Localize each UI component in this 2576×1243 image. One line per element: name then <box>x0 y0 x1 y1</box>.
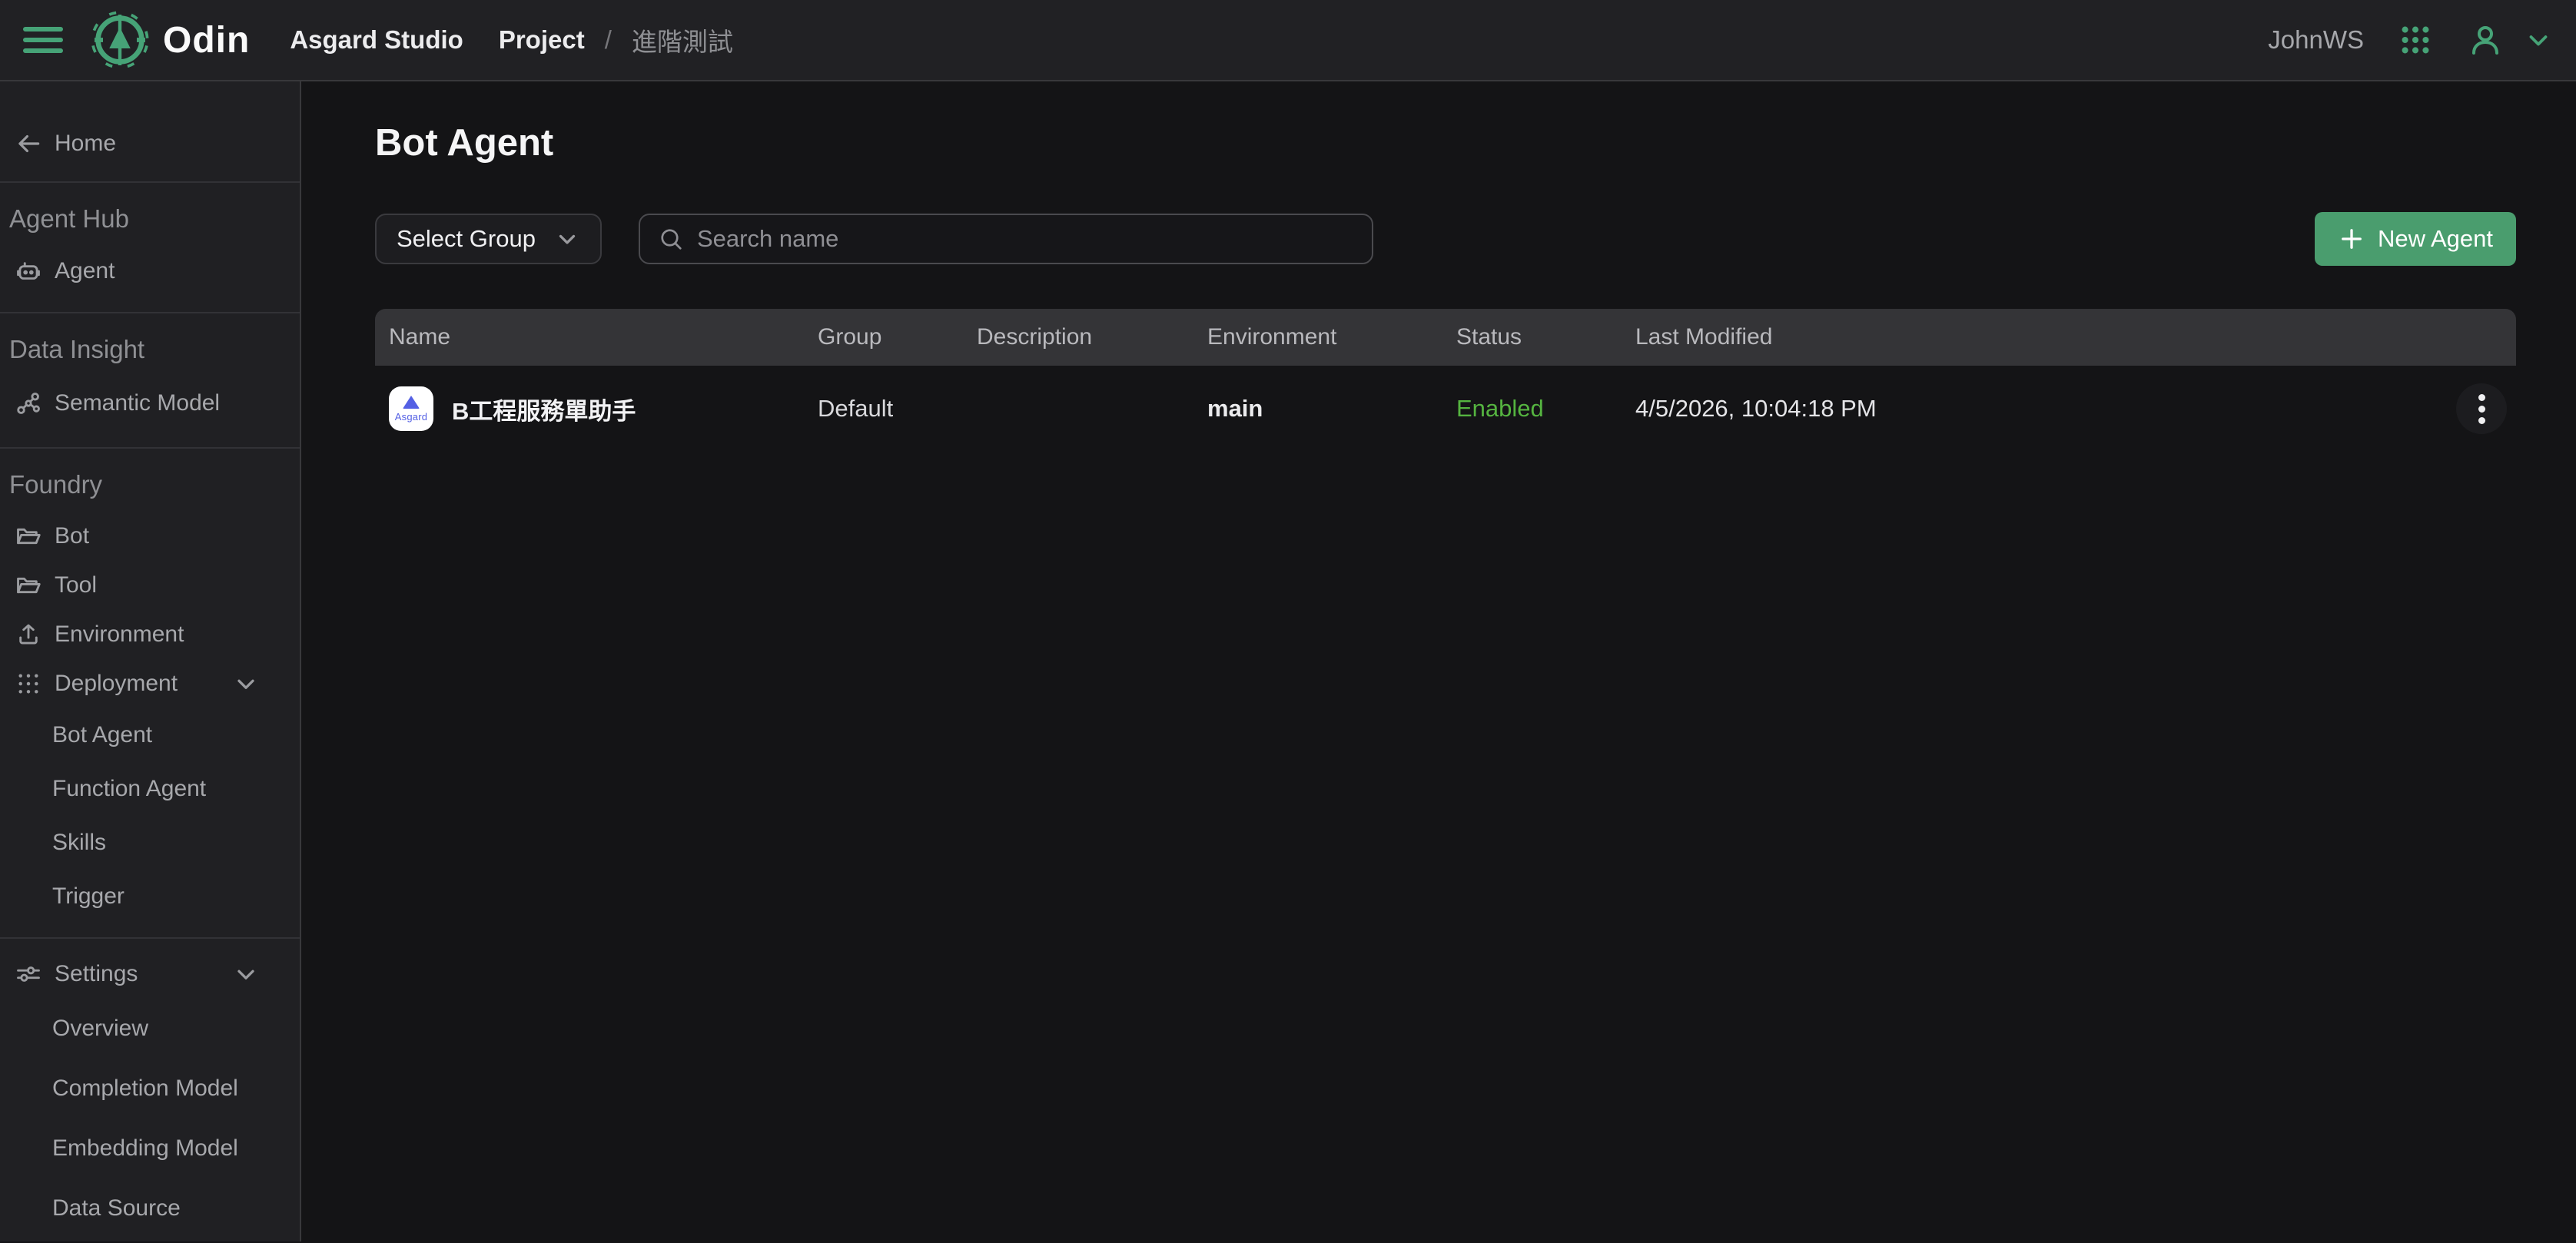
agent-name: B工程服務單助手 <box>452 392 636 426</box>
chevron-down-icon[interactable] <box>232 960 260 988</box>
sidebar-subitem-overview[interactable]: Overview <box>0 999 300 1059</box>
upload-icon <box>14 620 43 649</box>
username-label: JohnWS <box>2268 25 2364 55</box>
avatar-triangle-icon <box>403 396 420 409</box>
new-agent-button[interactable]: New Agent <box>2315 212 2516 266</box>
agent-avatar: Asgard <box>389 386 433 431</box>
group-select-dropdown[interactable]: Select Group <box>375 214 602 264</box>
sidebar-item-label: Bot <box>55 523 89 549</box>
agents-table: Name Group Description Environment Statu… <box>375 309 2516 452</box>
col-header-last-modified: Last Modified <box>1635 324 2447 350</box>
sidebar-item-label: Tool <box>55 572 97 598</box>
sidebar-subitem-skills[interactable]: Skills <box>0 816 300 870</box>
sidebar-item-settings[interactable]: Settings <box>0 950 300 999</box>
sidebar-subitem-trigger[interactable]: Trigger <box>0 870 300 923</box>
col-header-group: Group <box>818 324 977 350</box>
sidebar-item-label: Deployment <box>55 671 178 697</box>
sidebar-divider <box>0 312 300 313</box>
new-agent-label: New Agent <box>2378 225 2493 253</box>
sidebar-item-label: Semantic Model <box>55 390 220 416</box>
sidebar-item-tool[interactable]: Tool <box>0 561 300 610</box>
section-header: Data Insight <box>0 333 300 366</box>
sidebar-item-deployment[interactable]: Deployment <box>0 659 300 708</box>
col-header-name: Name <box>389 324 818 350</box>
account-chevron-down-icon[interactable] <box>2524 25 2553 55</box>
agent-last-modified: 4/5/2026, 10:04:18 PM <box>1635 395 2447 423</box>
group-select-label: Select Group <box>397 225 536 253</box>
row-actions-kebab-icon[interactable] <box>2456 383 2507 434</box>
main-content: Bot Agent Select Group <box>301 81 2576 1241</box>
topbar: Odin Asgard Studio Project / 進階測試 JohnWS <box>0 0 2576 81</box>
breadcrumb-separator: / <box>605 25 612 55</box>
page-title: Bot Agent <box>375 121 2516 164</box>
sidebar-item-label: Agent <box>55 258 115 284</box>
plus-icon <box>2338 225 2365 253</box>
avatar-label: Asgard <box>395 411 427 423</box>
sidebar-group-agent-hub: Agent Hub Agent <box>0 203 300 297</box>
sidebar-group-data-insight: Data Insight Semantic Model <box>0 333 300 429</box>
sidebar-item-label: Settings <box>55 961 138 987</box>
table-header-row: Name Group Description Environment Statu… <box>375 309 2516 366</box>
search-input[interactable] <box>697 225 1355 253</box>
odin-logo-icon <box>86 6 154 74</box>
user-profile-icon[interactable] <box>2467 22 2504 58</box>
sidebar-item-environment[interactable]: Environment <box>0 610 300 659</box>
col-header-status: Status <box>1456 324 1635 350</box>
sidebar-item-label: Environment <box>55 622 184 648</box>
sidebar-divider <box>0 447 300 449</box>
sidebar-item-bot[interactable]: Bot <box>0 512 300 561</box>
brand-title: Odin <box>163 19 250 61</box>
sidebar-item-semantic-model[interactable]: Semantic Model <box>0 378 300 429</box>
robot-icon <box>14 257 43 286</box>
sidebar-divider <box>0 181 300 183</box>
sidebar-group-foundry: Foundry Bot <box>0 469 300 923</box>
graph-icon <box>14 389 43 418</box>
arrow-left-icon <box>14 129 43 158</box>
sidebar-item-home[interactable]: Home <box>0 117 300 171</box>
sidebar-subitem-data-source[interactable]: Data Source <box>0 1178 300 1238</box>
agent-group: Default <box>818 395 977 423</box>
sidebar-subitem-function-agent[interactable]: Function Agent <box>0 762 300 816</box>
status-badge: Enabled <box>1456 395 1635 423</box>
folder-icon <box>14 571 43 600</box>
col-header-description: Description <box>977 324 1207 350</box>
table-row[interactable]: Asgard B工程服務單助手 Default main Enabled 4/5… <box>375 366 2516 452</box>
sidebar-subitem-completion-model[interactable]: Completion Model <box>0 1059 300 1119</box>
sidebar-subitem-embedding-model[interactable]: Embedding Model <box>0 1119 300 1178</box>
chevron-down-icon <box>554 226 580 252</box>
sliders-icon <box>14 960 43 989</box>
sidebar-subitem-bot-agent[interactable]: Bot Agent <box>0 708 300 762</box>
sidebar-divider <box>0 937 300 939</box>
folder-icon <box>14 522 43 551</box>
col-header-environment: Environment <box>1207 324 1456 350</box>
sidebar: Home Agent Hub Agent <box>0 81 301 1241</box>
sidebar-home-label: Home <box>55 131 116 157</box>
search-icon <box>657 225 685 253</box>
toolbar: Select Group <box>375 212 2516 266</box>
agent-environment: main <box>1207 395 1456 423</box>
search-box <box>639 214 1373 264</box>
section-header: Foundry <box>0 469 300 501</box>
breadcrumb-project[interactable]: Project <box>499 25 585 55</box>
apps-grid-icon[interactable] <box>2398 22 2433 58</box>
sidebar-item-agent[interactable]: Agent <box>0 246 300 297</box>
menu-icon[interactable] <box>23 25 63 55</box>
sidebar-group-settings: Settings Overview Completion Model Embed… <box>0 950 300 1238</box>
nav-asgard-studio[interactable]: Asgard Studio <box>290 25 463 55</box>
breadcrumb-current: 進階測試 <box>632 22 733 58</box>
grid-dots-icon <box>14 669 43 698</box>
chevron-down-icon[interactable] <box>232 670 260 698</box>
section-header: Agent Hub <box>0 203 300 235</box>
